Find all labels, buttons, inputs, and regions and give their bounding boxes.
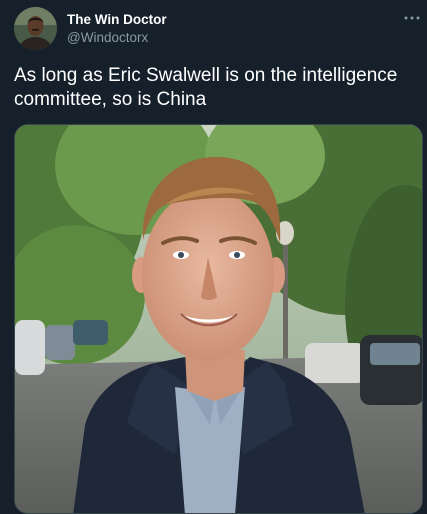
more-horizontal-icon xyxy=(404,16,420,20)
avatar[interactable] xyxy=(14,7,57,50)
tweet-text: As long as Eric Swalwell is on the intel… xyxy=(14,65,398,110)
more-options-button[interactable] xyxy=(402,8,422,28)
tweet-photo[interactable] xyxy=(14,124,423,514)
tweet[interactable]: The Win Doctor @Windoctorx As long as Er… xyxy=(0,0,427,514)
author-handle[interactable]: @Windoctorx xyxy=(67,30,148,45)
author-display-name[interactable]: The Win Doctor xyxy=(67,12,167,27)
